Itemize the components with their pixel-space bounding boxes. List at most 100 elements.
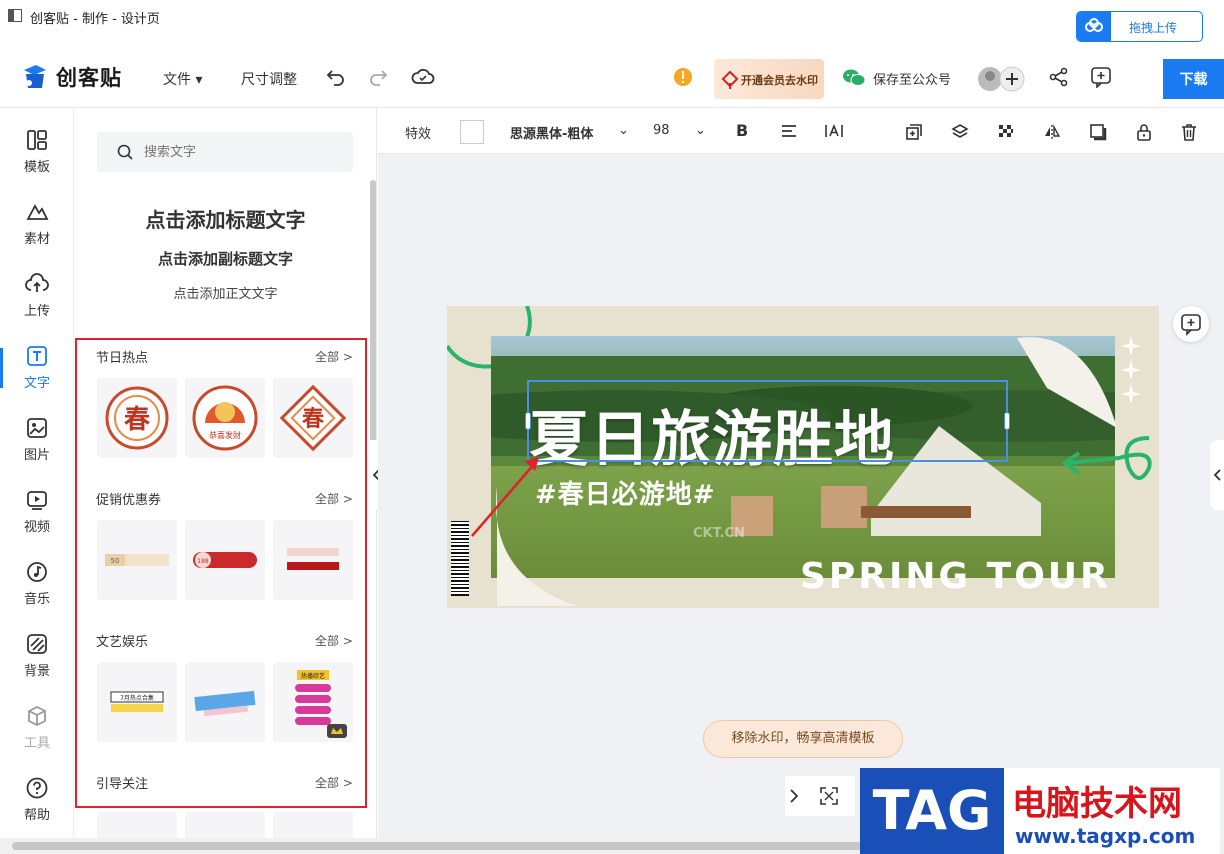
- subtitle-text[interactable]: #春日必游地#: [535, 474, 716, 511]
- add-comment-icon[interactable]: [1090, 66, 1114, 90]
- layers-icon[interactable]: [951, 123, 969, 145]
- canvas-watermark: CKT.CN: [693, 526, 745, 541]
- template-thumb-gongxi[interactable]: 恭喜发财: [185, 378, 265, 458]
- template-thumb-coupon-50[interactable]: 50: [97, 520, 177, 600]
- template-thumb-coupon-188[interactable]: 188: [185, 520, 265, 600]
- text-color-swatch[interactable]: [460, 120, 484, 144]
- resize-handle-left[interactable]: [525, 412, 531, 430]
- lock-icon[interactable]: [1135, 123, 1153, 145]
- warning-icon[interactable]: [672, 66, 696, 90]
- add-body-text[interactable]: 点击添加正文文字: [74, 283, 376, 302]
- green-loop-arrow-decoration: [1061, 436, 1152, 480]
- resize-handle-right[interactable]: [1004, 412, 1010, 430]
- collapse-right-panel-button[interactable]: [1210, 440, 1224, 510]
- section-title-arts: 文艺娱乐: [96, 635, 149, 650]
- add-page-button[interactable]: [1173, 306, 1209, 342]
- font-dropdown-chevron[interactable]: ⌄: [618, 123, 629, 138]
- cloud-upload-icon: [25, 273, 49, 292]
- save-to-wechat-button[interactable]: 保存至公众号: [843, 68, 951, 88]
- fit-screen-icon[interactable]: [819, 786, 839, 810]
- text-search-box[interactable]: [97, 132, 353, 172]
- tag-logo-box: TAG: [860, 768, 1004, 854]
- size-dropdown-chevron[interactable]: ⌄: [695, 123, 706, 138]
- flip-icon[interactable]: [1043, 123, 1061, 145]
- thumb-july-text: 7月热点合集: [120, 694, 154, 702]
- template-thumb-follow-2[interactable]: [185, 812, 265, 838]
- text-toolbar: 特效 思源黑体-粗体 ⌄ 98 ⌄ B: [378, 108, 1224, 154]
- tag-site-logo: TAG 电脑技术网 www.tagxp.com: [860, 768, 1220, 854]
- effects-button[interactable]: 特效: [405, 123, 431, 142]
- rail-item-help[interactable]: 帮助: [0, 776, 74, 836]
- chevron-right-icon[interactable]: [787, 786, 801, 810]
- share-icon[interactable]: [1048, 66, 1072, 90]
- font-family-select[interactable]: 思源黑体-粗体: [510, 123, 606, 142]
- transparency-icon[interactable]: [997, 123, 1015, 145]
- vip-remove-watermark-button[interactable]: 开通会员去水印: [714, 59, 824, 99]
- align-icon[interactable]: [780, 123, 798, 143]
- logo-icon: [20, 62, 50, 92]
- redo-icon[interactable]: [367, 66, 391, 90]
- thumb-gongxi-text: 恭喜发财: [209, 430, 241, 440]
- file-menu[interactable]: 文件 ▾: [163, 69, 202, 89]
- copy-layer-icon[interactable]: [905, 123, 923, 145]
- cloud-sync-icon[interactable]: [411, 66, 435, 90]
- template-thumb-follow-3[interactable]: [273, 812, 353, 838]
- section-all-follow[interactable]: 全部 >: [315, 774, 353, 791]
- search-icon: [117, 144, 133, 160]
- english-title-text[interactable]: SPRING TOUR: [800, 556, 1111, 597]
- design-canvas[interactable]: 夏日旅游胜地 #春日必游地# SPRING TOUR CKT.CN: [447, 306, 1159, 608]
- drag-upload-button[interactable]: 拖拽上传: [1076, 11, 1203, 42]
- background-icon: [27, 634, 47, 654]
- rail-item-music[interactable]: 音乐: [0, 560, 74, 620]
- download-button[interactable]: 下载: [1163, 59, 1224, 99]
- template-thumb-spring-diamond[interactable]: 春: [273, 378, 353, 458]
- template-thumb-chun[interactable]: 春: [97, 378, 177, 458]
- app-logo[interactable]: 创客贴: [20, 62, 122, 92]
- section-all-festival[interactable]: 全部 >: [315, 348, 353, 365]
- baidu-cloud-icon: [1077, 12, 1111, 41]
- template-thumb-coupon-red[interactable]: [273, 520, 353, 600]
- text-selection-box[interactable]: [525, 380, 1010, 462]
- red-arrow-annotation: [471, 457, 539, 537]
- rail-item-template[interactable]: 模板: [0, 128, 74, 188]
- search-input[interactable]: [144, 142, 344, 162]
- rail-item-material[interactable]: 素材: [0, 200, 74, 260]
- section-all-coupon[interactable]: 全部 >: [315, 490, 353, 507]
- horizontal-scroll-thumb[interactable]: [12, 842, 862, 850]
- add-title-text[interactable]: 点击添加标题文字: [74, 204, 376, 233]
- text-panel: 点击添加标题文字 点击添加副标题文字 点击添加正文文字 节日热点 全部 > 春 …: [74, 108, 377, 838]
- rail-item-text[interactable]: 文字: [0, 344, 74, 404]
- font-size-select[interactable]: 98: [653, 123, 670, 138]
- section-all-arts[interactable]: 全部 >: [315, 632, 353, 649]
- video-icon: [27, 491, 47, 510]
- template-thumb-blue-banner[interactable]: [185, 662, 265, 742]
- thumb-chun-text: 春: [124, 405, 150, 435]
- thumb-coupon-188-text: 188: [197, 558, 209, 565]
- rail-item-background[interactable]: 背景: [0, 632, 74, 692]
- resize-menu[interactable]: 尺寸调整: [241, 69, 297, 89]
- bold-button[interactable]: B: [736, 121, 748, 140]
- shadow-icon[interactable]: [1089, 123, 1107, 145]
- delete-icon[interactable]: [1180, 123, 1198, 145]
- left-nav-rail: 模板 素材 上传 文字 图片 视频 音乐 背景 工具 帮助: [0, 108, 74, 838]
- section-title-festival: 节日热点: [96, 351, 149, 366]
- remove-watermark-pill[interactable]: 移除水印，畅享高清模板: [703, 720, 903, 758]
- text-icon: [27, 346, 47, 366]
- template-thumb-july-hot[interactable]: 7月热点合集: [97, 662, 177, 742]
- rail-item-image[interactable]: 图片: [0, 416, 74, 476]
- undo-icon[interactable]: [325, 66, 349, 90]
- template-thumb-variety-show[interactable]: 热播综艺: [273, 662, 353, 742]
- rail-item-upload[interactable]: 上传: [0, 272, 74, 332]
- panel-scrollbar[interactable]: [370, 180, 376, 480]
- template-thumb-follow-1[interactable]: [97, 812, 177, 838]
- letter-spacing-icon[interactable]: [824, 123, 844, 143]
- sparkle-stars-decoration: [1121, 336, 1141, 404]
- thumb-chun-diamond-text: 春: [302, 407, 324, 432]
- rail-item-tools[interactable]: 工具: [0, 704, 74, 764]
- add-subtitle-text[interactable]: 点击添加副标题文字: [74, 248, 376, 269]
- section-title-follow: 引导关注: [96, 777, 149, 792]
- tag-logo-url: www.tagxp.com: [1015, 824, 1196, 848]
- collaborator-avatars[interactable]: [976, 64, 1026, 94]
- rail-item-video[interactable]: 视频: [0, 488, 74, 548]
- shapes-icon: [26, 204, 49, 220]
